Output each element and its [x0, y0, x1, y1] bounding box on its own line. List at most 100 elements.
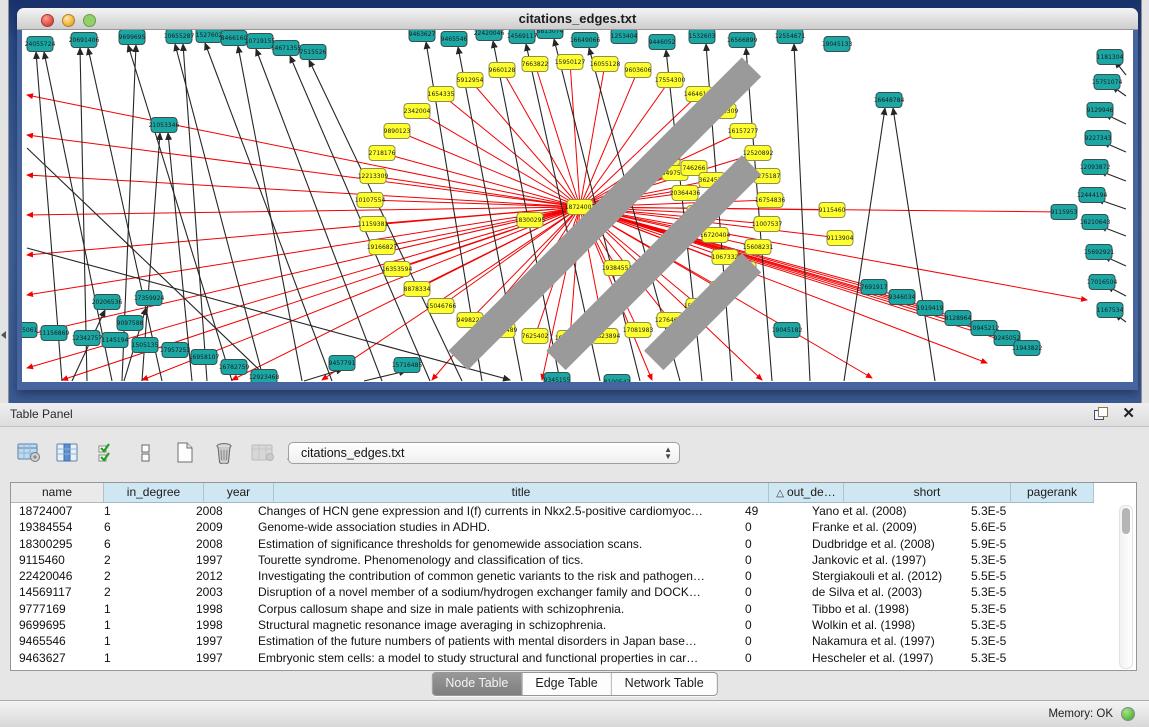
- tab-edge-table[interactable]: Edge Table: [521, 673, 610, 695]
- table-row[interactable]: 969969511998Structural magnetic resonanc…: [11, 617, 1136, 633]
- zoom-window-button[interactable]: [83, 14, 96, 27]
- table-cell: 5.6E-5: [963, 519, 1038, 535]
- table-cell: Estimation of the future numbers of pati…: [250, 633, 737, 649]
- table-cell: 0: [737, 552, 804, 568]
- table-cell: 14569117: [11, 584, 96, 600]
- table-toolbar: f(x): [16, 436, 315, 470]
- clear-selection-button[interactable]: [133, 439, 159, 467]
- tab-network-table[interactable]: Network Table: [611, 673, 717, 695]
- window-resize-grip[interactable]: [22, 30, 1131, 380]
- column-header-name[interactable]: name: [11, 483, 104, 503]
- column-header-year[interactable]: year: [204, 483, 274, 503]
- table-cell: Wolkin et al. (1998): [804, 617, 963, 633]
- network-desktop: citations_edges.txt 18724007766382296601…: [0, 0, 1149, 403]
- delete-column-button[interactable]: [211, 439, 237, 467]
- table-cell: Embryonic stem cells: a model to study s…: [250, 650, 737, 666]
- table-cell: 18300295: [11, 536, 96, 552]
- table-row[interactable]: 1456911722003Disruption of a novel membe…: [11, 584, 1136, 600]
- table-cell: 1998: [188, 617, 250, 633]
- table-cell: Genome-wide association studies in ADHD.: [250, 519, 737, 535]
- table-cell: 0: [737, 601, 804, 617]
- table-cell: 0: [737, 650, 804, 666]
- table-cell: 1: [96, 650, 188, 666]
- table-cell: 6: [96, 519, 188, 535]
- table-cell: 2008: [188, 536, 250, 552]
- minimize-window-button[interactable]: [62, 14, 75, 27]
- table-cell: Hescheler et al. (1997): [804, 650, 963, 666]
- close-window-button[interactable]: [41, 14, 54, 27]
- table-cell: Yano et al. (2008): [804, 503, 963, 519]
- table-cell: Changes of HCN gene expression and I(f) …: [250, 503, 737, 519]
- table-cell: Investigating the contribution of common…: [250, 568, 737, 584]
- node-table: namein_degreeyeartitle△out_de…shortpager…: [10, 482, 1137, 671]
- memory-status-label: Memory: OK: [1048, 701, 1113, 727]
- table-cell: 1997: [188, 633, 250, 649]
- scrollbar-thumb[interactable]: [1122, 508, 1130, 534]
- table-row[interactable]: 977716911998Corpus callosum shape and si…: [11, 601, 1136, 617]
- table-cell: 2: [96, 552, 188, 568]
- table-cell: 0: [737, 568, 804, 584]
- column-header-short[interactable]: short: [844, 483, 1011, 503]
- table-cell: 22420046: [11, 568, 96, 584]
- table-cell: 9699695: [11, 617, 96, 633]
- network-window-titlebar[interactable]: citations_edges.txt: [17, 8, 1138, 30]
- table-panel-title: Table Panel: [10, 403, 73, 426]
- select-all-button[interactable]: [94, 439, 120, 467]
- table-cell: Structural magnetic resonance image aver…: [250, 617, 737, 633]
- delete-table-button[interactable]: [250, 439, 276, 467]
- collapse-panel-arrow-icon[interactable]: [1, 331, 6, 339]
- table-cell: 19384554: [11, 519, 96, 535]
- show-columns-button[interactable]: [55, 439, 81, 467]
- table-cell: 2012: [188, 568, 250, 584]
- tab-node-table[interactable]: Node Table: [432, 673, 521, 695]
- table-row[interactable]: 1872400712008Changes of HCN gene express…: [11, 503, 1136, 519]
- table-cell: Disruption of a novel member of a sodium…: [250, 584, 737, 600]
- table-vertical-scrollbar[interactable]: [1119, 505, 1133, 669]
- table-row[interactable]: 1830029562008Estimation of significance …: [11, 536, 1136, 552]
- column-header-pagerank[interactable]: pagerank: [1011, 483, 1094, 503]
- table-row[interactable]: 1938455462009Genome-wide association stu…: [11, 519, 1136, 535]
- table-cell: Jankovic et al. (1997): [804, 552, 963, 568]
- table-cell: 9115460: [11, 552, 96, 568]
- table-cell: 1: [96, 601, 188, 617]
- table-cell: 0: [737, 633, 804, 649]
- table-cell: Dudbridge et al. (2008): [804, 536, 963, 552]
- table-cell: 1997: [188, 650, 250, 666]
- table-cell: Corpus callosum shape and size in male p…: [250, 601, 737, 617]
- table-cell: 5.5E-5: [963, 568, 1038, 584]
- dropdown-arrows-icon: ▲▼: [664, 446, 672, 460]
- table-cell: de Silva et al. (2003): [804, 584, 963, 600]
- table-cell: 18724007: [11, 503, 96, 519]
- table-cell: 5.9E-5: [963, 536, 1038, 552]
- table-cell: Stergiakouli et al. (2012): [804, 568, 963, 584]
- table-row[interactable]: 946362711997Embryonic stem cells: a mode…: [11, 650, 1136, 666]
- column-header-out_de[interactable]: △out_de…: [769, 483, 844, 503]
- new-column-button[interactable]: [172, 439, 198, 467]
- table-row[interactable]: 911546021997Tourette syndrome. Phenomeno…: [11, 552, 1136, 568]
- table-cell: 9463627: [11, 650, 96, 666]
- table-cell: 5.3E-5: [963, 552, 1038, 568]
- network-view-canvas[interactable]: 1872400776638229660128591295416543352342…: [22, 30, 1133, 382]
- table-header-row: namein_degreeyeartitle△out_de…shortpager…: [11, 483, 1136, 503]
- table-cell: 2008: [188, 503, 250, 519]
- table-row[interactable]: 946554611997Estimation of the future num…: [11, 633, 1136, 649]
- table-select-dropdown[interactable]: citations_edges.txt ▲▼: [288, 442, 680, 464]
- table-row[interactable]: 2242004622012Investigating the contribut…: [11, 568, 1136, 584]
- table-cell: 0: [737, 536, 804, 552]
- network-window[interactable]: citations_edges.txt 18724007766382296601…: [17, 8, 1138, 390]
- column-header-in_degree[interactable]: in_degree: [104, 483, 204, 503]
- table-cell: Nakamura et al. (1997): [804, 633, 963, 649]
- table-mode-button[interactable]: [16, 439, 42, 467]
- table-cell: 1: [96, 503, 188, 519]
- close-panel-icon[interactable]: ✕: [1122, 407, 1135, 420]
- table-cell: 0: [737, 617, 804, 633]
- float-panel-icon[interactable]: [1094, 407, 1108, 420]
- memory-status-indicator[interactable]: [1121, 707, 1135, 721]
- right-panel-edge: [1141, 0, 1149, 403]
- left-panel-edge: [0, 0, 9, 403]
- table-select-value: citations_edges.txt: [301, 446, 405, 460]
- table-cell: Tourette syndrome. Phenomenology and cla…: [250, 552, 737, 568]
- table-cell: 2003: [188, 584, 250, 600]
- window-title: citations_edges.txt: [17, 8, 1138, 29]
- column-header-title[interactable]: title: [274, 483, 769, 503]
